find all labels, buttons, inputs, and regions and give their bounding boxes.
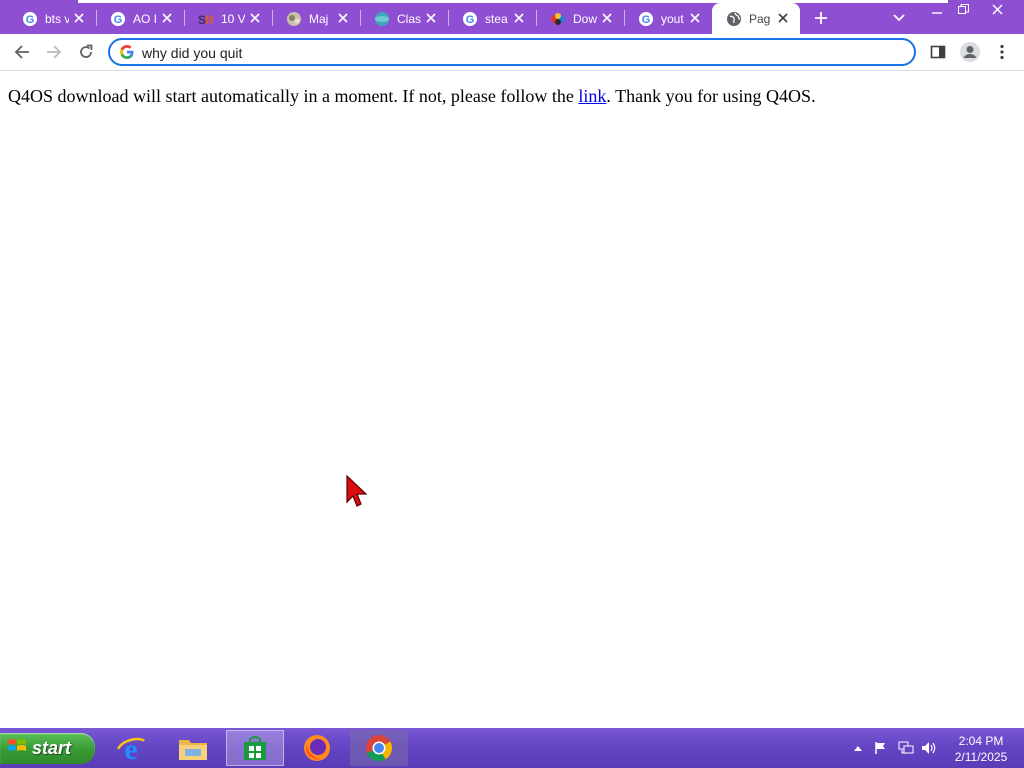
back-arrow-icon[interactable] bbox=[8, 38, 36, 66]
clock-time: 2:04 PM bbox=[958, 734, 1004, 748]
tab-title: Clas bbox=[397, 11, 421, 26]
system-clock[interactable]: 2:04 PM 2/11/2025 bbox=[948, 733, 1014, 765]
tab-title: stea bbox=[485, 11, 508, 26]
message-text-after: . Thank you for using Q4OS. bbox=[606, 86, 816, 106]
tab-ao[interactable]: G AO I bbox=[96, 3, 184, 34]
close-tab-icon[interactable] bbox=[423, 10, 439, 26]
mouse-cursor-icon bbox=[345, 474, 371, 513]
clock-date: 2/11/2025 bbox=[954, 750, 1008, 764]
firefox-icon[interactable] bbox=[288, 730, 346, 766]
new-tab-plus-icon[interactable] bbox=[810, 7, 832, 29]
show-hidden-icons-chevron[interactable] bbox=[850, 740, 866, 756]
start-label: start bbox=[32, 738, 72, 758]
tab-search-chevron-down-icon[interactable] bbox=[888, 7, 910, 29]
side-panel-icon[interactable] bbox=[924, 38, 952, 66]
tab-yout[interactable]: G yout bbox=[624, 3, 712, 34]
address-bar[interactable]: why did you quit bbox=[108, 38, 916, 66]
store-icon[interactable] bbox=[226, 730, 284, 766]
sr-site-icon: SR bbox=[198, 11, 214, 27]
tab-strip: G bts v G AO I SR 10 V Maj Clas G stea D… bbox=[0, 0, 1024, 34]
close-tab-icon[interactable] bbox=[71, 10, 87, 26]
close-tab-icon[interactable] bbox=[335, 10, 351, 26]
svg-text:G: G bbox=[466, 14, 475, 26]
close-tab-icon[interactable] bbox=[159, 10, 175, 26]
volume-icon[interactable] bbox=[921, 740, 937, 756]
tab-title: Pag bbox=[749, 11, 771, 26]
tab-title: Maj bbox=[309, 11, 329, 26]
tab-10v[interactable]: SR 10 V bbox=[184, 3, 272, 34]
close-window-icon[interactable] bbox=[986, 1, 1008, 17]
start-button[interactable]: start bbox=[0, 733, 95, 764]
close-tab-icon[interactable] bbox=[247, 10, 263, 26]
close-tab-icon[interactable] bbox=[687, 10, 703, 26]
taskbar: start e bbox=[0, 728, 1024, 768]
download-link[interactable]: link bbox=[578, 86, 606, 106]
reload-icon[interactable] bbox=[72, 38, 100, 66]
network-icon[interactable] bbox=[898, 740, 914, 756]
svg-text:G: G bbox=[26, 14, 35, 26]
svg-text:G: G bbox=[642, 14, 651, 26]
minimize-icon[interactable] bbox=[926, 1, 948, 17]
page-content: Q4OS download will start automatically i… bbox=[0, 72, 1024, 728]
tab-bts[interactable]: G bts v bbox=[8, 3, 96, 34]
google-icon bbox=[119, 44, 135, 60]
svg-text:G: G bbox=[114, 14, 123, 26]
tab-page-active[interactable]: Pag bbox=[712, 3, 800, 34]
google-icon: G bbox=[462, 11, 478, 27]
google-icon: G bbox=[110, 11, 126, 27]
restore-icon[interactable] bbox=[952, 1, 974, 17]
tab-maj[interactable]: Maj bbox=[272, 3, 360, 34]
forward-arrow-icon[interactable] bbox=[40, 38, 68, 66]
tab-title: 10 V bbox=[221, 11, 245, 26]
tab-title: bts v bbox=[45, 11, 69, 26]
internet-explorer-icon[interactable]: e bbox=[102, 730, 160, 766]
browser-toolbar: why did you quit bbox=[0, 34, 1024, 71]
menu-kebab-icon[interactable] bbox=[988, 38, 1016, 66]
message-text-before: Q4OS download will start automatically i… bbox=[8, 86, 579, 106]
close-tab-icon[interactable] bbox=[775, 10, 791, 26]
tab-title: yout bbox=[661, 11, 684, 26]
google-icon: G bbox=[22, 11, 38, 27]
download-message: Q4OS download will start automatically i… bbox=[8, 86, 816, 107]
tab-title: AO I bbox=[133, 11, 157, 26]
globe-site-icon bbox=[374, 11, 390, 27]
close-tab-icon[interactable] bbox=[599, 10, 615, 26]
profile-avatar-icon[interactable] bbox=[956, 38, 984, 66]
tab-stea[interactable]: G stea bbox=[448, 3, 536, 34]
file-explorer-icon[interactable] bbox=[164, 730, 222, 766]
globe-icon bbox=[726, 11, 742, 27]
svg-text:R: R bbox=[205, 13, 214, 27]
close-tab-icon[interactable] bbox=[511, 10, 527, 26]
svg-text:e: e bbox=[124, 733, 137, 764]
tab-dow[interactable]: Dow bbox=[536, 3, 624, 34]
address-bar-text[interactable]: why did you quit bbox=[142, 45, 242, 61]
chrome-icon[interactable] bbox=[350, 730, 408, 766]
majestic-site-icon bbox=[286, 11, 302, 27]
windows-flag-icon bbox=[7, 737, 27, 760]
tab-title: Dow bbox=[573, 11, 597, 26]
tab-clas[interactable]: Clas bbox=[360, 3, 448, 34]
action-center-flag-icon[interactable] bbox=[873, 740, 889, 756]
google-icon: G bbox=[638, 11, 654, 27]
colorful-site-icon bbox=[550, 11, 566, 27]
